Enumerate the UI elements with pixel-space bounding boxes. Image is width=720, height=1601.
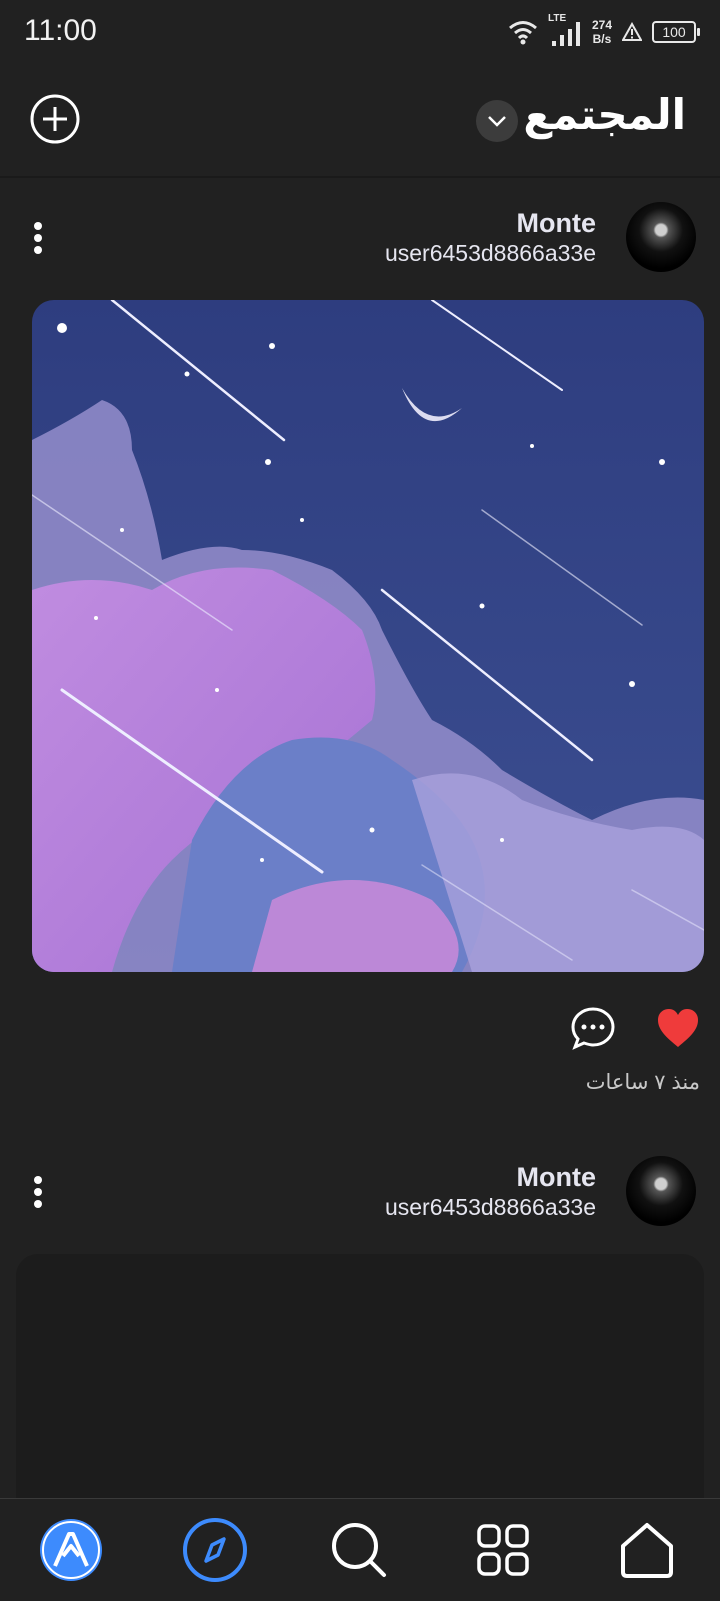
post-time: منذ ٧ ساعات xyxy=(585,1071,700,1094)
speed-unit: B/s xyxy=(592,32,612,46)
grid-icon xyxy=(477,1524,529,1576)
post-header: Monte user6453d8866a33e xyxy=(0,1156,720,1240)
app-logo-icon xyxy=(40,1519,102,1581)
post-username[interactable]: Monte xyxy=(517,1162,596,1193)
nav-home[interactable] xyxy=(614,1517,680,1583)
plus-circle-icon[interactable] xyxy=(30,94,80,144)
alert-triangle-icon xyxy=(622,22,642,41)
post-header: Monte user6453d8866a33e xyxy=(0,202,720,286)
kebab-menu-icon[interactable] xyxy=(26,220,50,256)
post-actions xyxy=(570,1006,700,1050)
status-time: 11:00 xyxy=(24,14,97,47)
avatar[interactable] xyxy=(626,202,696,272)
speed-value: 274 xyxy=(591,18,612,32)
nav-explore[interactable] xyxy=(182,1517,248,1583)
home-icon xyxy=(621,1523,673,1578)
battery-level: 100 xyxy=(662,24,686,40)
top-header: المجتمع xyxy=(0,70,720,178)
post-image[interactable] xyxy=(32,300,704,972)
battery-icon: 100 xyxy=(652,21,700,43)
community-dropdown[interactable] xyxy=(476,100,518,142)
post-handle[interactable]: user6453d8866a33e xyxy=(385,240,596,267)
post-username[interactable]: Monte xyxy=(517,208,596,239)
avatar[interactable] xyxy=(626,1156,696,1226)
status-icons: LTE 274 B/s 100 xyxy=(508,13,700,50)
search-icon xyxy=(332,1523,386,1577)
comment-icon[interactable] xyxy=(570,1006,616,1050)
chevron-down-icon xyxy=(488,116,506,127)
network-speed: 274 B/s xyxy=(592,18,612,46)
post-image-placeholder[interactable] xyxy=(16,1254,704,1534)
heart-icon[interactable] xyxy=(656,1007,700,1049)
bottom-nav xyxy=(0,1498,720,1601)
kebab-menu-icon[interactable] xyxy=(26,1174,50,1210)
signal-icon: LTE xyxy=(548,13,582,47)
nav-search[interactable] xyxy=(326,1517,392,1583)
compass-icon xyxy=(183,1518,247,1582)
post-handle[interactable]: user6453d8866a33e xyxy=(385,1194,596,1221)
nav-app-logo[interactable] xyxy=(38,1517,104,1583)
page-title: المجتمع xyxy=(523,91,686,138)
nav-apps[interactable] xyxy=(470,1517,536,1583)
wifi-icon xyxy=(509,21,537,45)
